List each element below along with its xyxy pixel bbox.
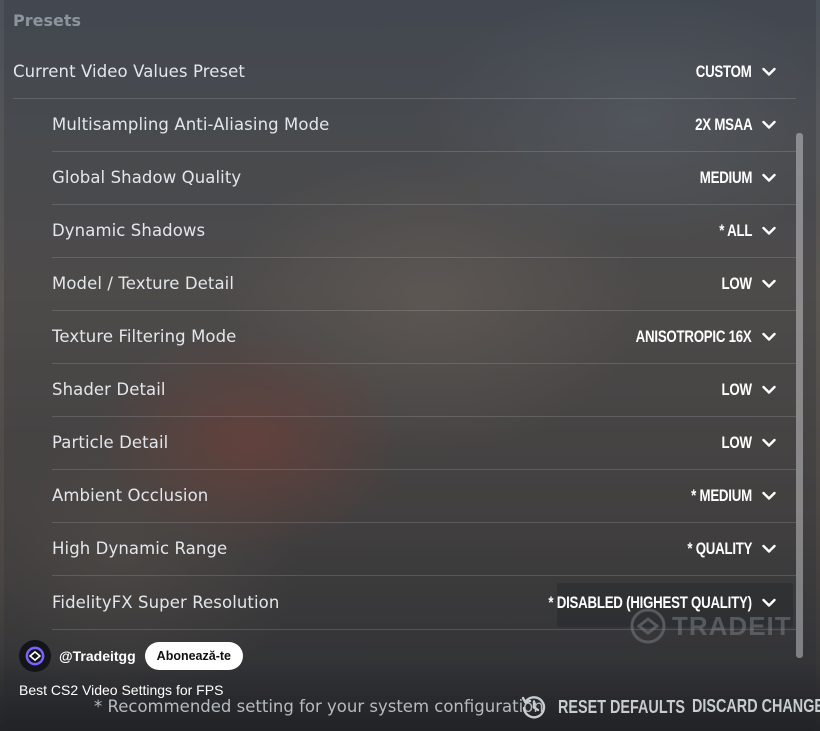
channel-info: @Tradeitgg Abonează-te — [19, 640, 243, 672]
chevron-down-icon[interactable] — [756, 62, 782, 82]
setting-value[interactable]: * MEDIUM — [691, 486, 752, 506]
chevron-down-icon[interactable] — [756, 221, 782, 241]
setting-label: Multisampling Anti-Aliasing Mode — [52, 115, 330, 134]
watermark-text: TRADEIT — [672, 610, 792, 641]
tradeit-logo-icon — [630, 608, 666, 644]
scrollbar[interactable] — [796, 133, 803, 658]
chevron-down-icon[interactable] — [756, 486, 782, 506]
video-title[interactable]: Best CS2 Video Settings for FPS — [19, 682, 223, 698]
channel-avatar[interactable] — [19, 640, 51, 672]
chevron-down-icon[interactable] — [756, 380, 782, 400]
history-icon — [521, 696, 546, 719]
setting-label: FidelityFX Super Resolution — [52, 593, 280, 612]
discard-changes-button[interactable]: DISCARD CHANGES — [692, 696, 820, 717]
setting-row-hdr[interactable]: High Dynamic Range * QUALITY — [52, 522, 796, 576]
setting-value[interactable]: LOW — [722, 380, 752, 400]
setting-value[interactable]: 2X MSAA — [695, 115, 753, 135]
preset-label: Current Video Values Preset — [13, 62, 245, 81]
recommended-note: * Recommended setting for your system co… — [94, 697, 544, 716]
subscribe-button[interactable]: Abonează-te — [144, 642, 243, 670]
setting-label: Particle Detail — [52, 433, 169, 452]
chevron-down-icon[interactable] — [756, 274, 782, 294]
setting-row-particle-detail[interactable]: Particle Detail LOW — [52, 416, 796, 470]
setting-row-msaa[interactable]: Multisampling Anti-Aliasing Mode 2X MSAA — [52, 98, 796, 152]
preset-row[interactable]: Current Video Values Preset CUSTOM — [13, 45, 796, 99]
setting-row-texture-detail[interactable]: Model / Texture Detail LOW — [52, 257, 796, 311]
setting-label: Global Shadow Quality — [52, 168, 242, 187]
setting-row-shader-detail[interactable]: Shader Detail LOW — [52, 363, 796, 417]
channel-logo-icon — [25, 646, 45, 666]
setting-label: Dynamic Shadows — [52, 221, 206, 240]
section-title: Presets — [13, 11, 82, 30]
setting-value[interactable]: * ALL — [719, 221, 752, 241]
setting-value[interactable]: MEDIUM — [700, 168, 753, 188]
setting-label: Shader Detail — [52, 380, 166, 399]
chevron-down-icon[interactable] — [756, 539, 782, 559]
watermark: TRADEIT — [628, 606, 792, 646]
chevron-down-icon[interactable] — [756, 433, 782, 453]
setting-label: Ambient Occlusion — [52, 486, 209, 505]
setting-row-texture-filtering[interactable]: Texture Filtering Mode ANISOTROPIC 16X — [52, 310, 796, 364]
preset-value[interactable]: CUSTOM — [696, 62, 752, 82]
reset-defaults-button[interactable]: RESET DEFAULTS — [520, 693, 717, 721]
setting-label: High Dynamic Range — [52, 539, 228, 558]
setting-value[interactable]: ANISOTROPIC 16X — [636, 327, 752, 347]
setting-value[interactable]: LOW — [722, 433, 752, 453]
chevron-down-icon[interactable] — [756, 168, 782, 188]
setting-label: Texture Filtering Mode — [52, 327, 237, 346]
setting-row-dynamic-shadows[interactable]: Dynamic Shadows * ALL — [52, 204, 796, 258]
reset-defaults-label: RESET DEFAULTS — [558, 696, 685, 717]
setting-value[interactable]: LOW — [722, 274, 752, 294]
setting-label: Model / Texture Detail — [52, 274, 235, 293]
setting-row-shadow-quality[interactable]: Global Shadow Quality MEDIUM — [52, 151, 796, 205]
setting-row-ambient-occlusion[interactable]: Ambient Occlusion * MEDIUM — [52, 469, 796, 523]
channel-name[interactable]: @Tradeitgg — [59, 648, 136, 664]
scrollbar-thumb[interactable] — [796, 133, 803, 658]
chevron-down-icon[interactable] — [756, 327, 782, 347]
setting-value[interactable]: * QUALITY — [687, 539, 752, 559]
chevron-down-icon[interactable] — [756, 115, 782, 135]
